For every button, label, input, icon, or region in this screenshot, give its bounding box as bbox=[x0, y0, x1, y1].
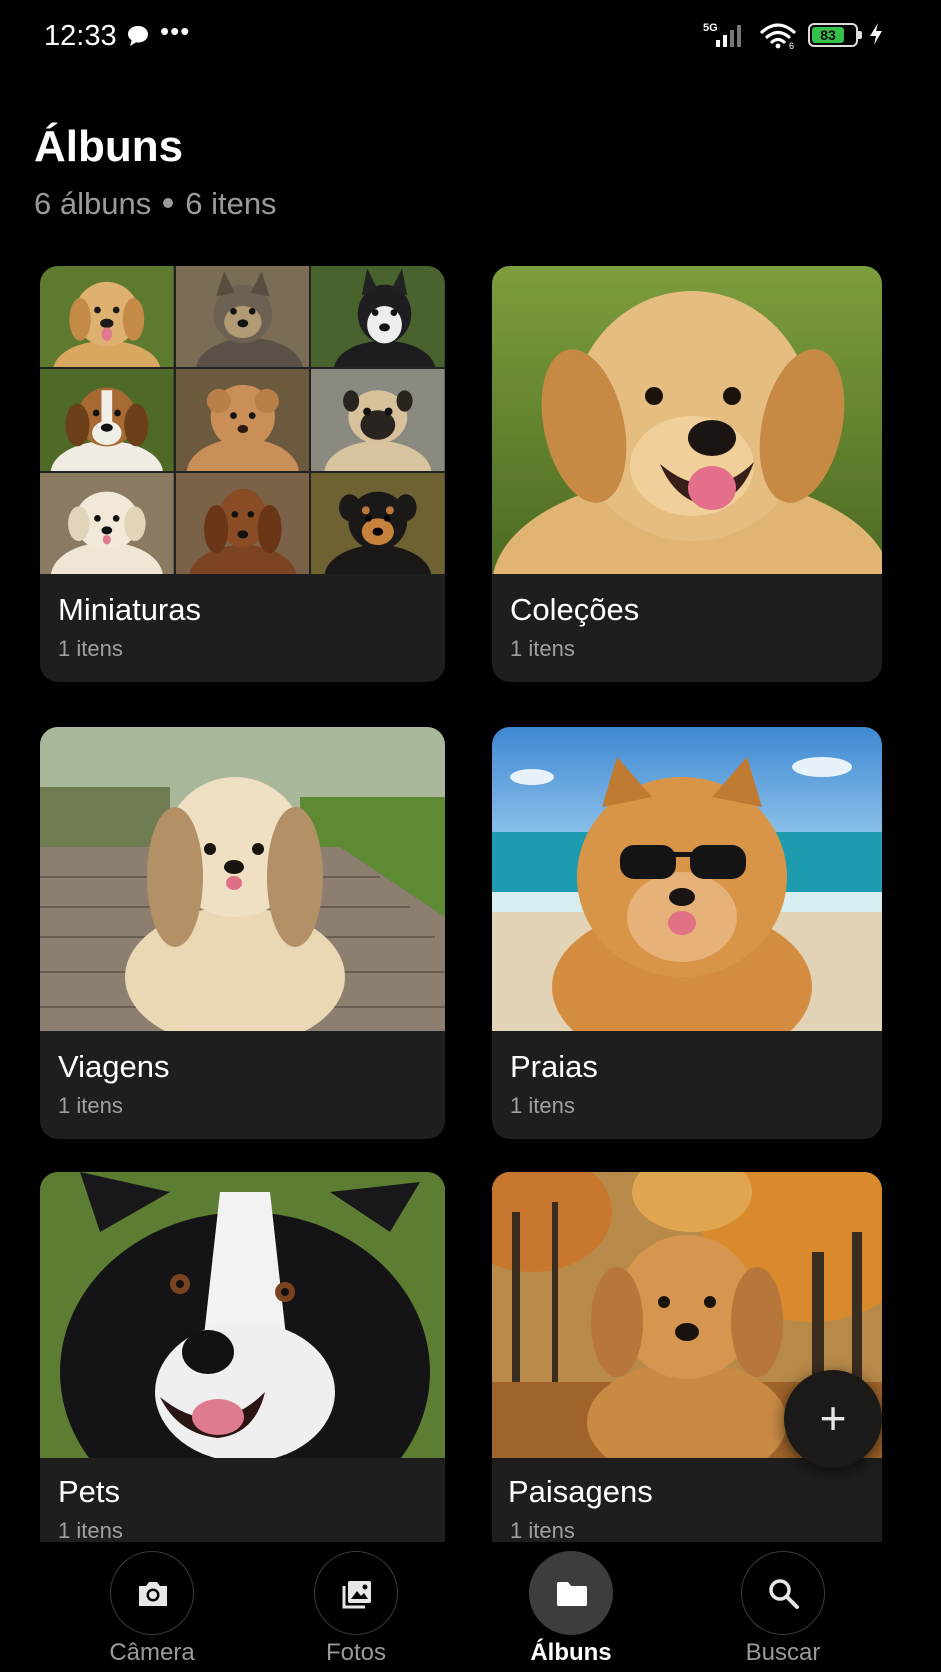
album-item-count: 1 itens bbox=[58, 1093, 123, 1118]
nav-label: Álbuns bbox=[530, 1639, 612, 1666]
album-item-count: 1 itens bbox=[58, 1518, 123, 1542]
overflow-dots: ••• bbox=[160, 16, 191, 46]
album-name: Pets bbox=[58, 1474, 121, 1509]
network-label: 5G bbox=[703, 22, 718, 34]
album-card-miniaturas[interactable]: Miniaturas 1 itens bbox=[40, 266, 445, 682]
camera-icon bbox=[139, 1582, 167, 1606]
plus-icon: + bbox=[819, 1392, 847, 1444]
album-item-count: 1 itens bbox=[510, 1093, 575, 1118]
album-card-paisagens[interactable]: Paisagens 1 itens bbox=[492, 1172, 882, 1542]
album-name: Coleções bbox=[510, 592, 640, 627]
page-title: Álbuns bbox=[34, 122, 184, 171]
thumbnail-yorkie bbox=[175, 266, 310, 368]
album-cover-border-collie bbox=[40, 1172, 445, 1458]
nav-photos[interactable]: Fotos bbox=[276, 1543, 436, 1672]
search-icon bbox=[769, 1579, 799, 1609]
photos-icon bbox=[342, 1581, 371, 1609]
album-cover-mosaic bbox=[40, 266, 445, 574]
signal-5g-icon: 5G bbox=[702, 20, 750, 55]
nav-camera[interactable]: Câmera bbox=[72, 1543, 232, 1672]
album-name: Praias bbox=[510, 1049, 598, 1084]
nav-label: Fotos bbox=[325, 1639, 387, 1666]
album-cover-shih-tzu bbox=[40, 727, 445, 1031]
thumbnail-golden-puppy bbox=[40, 266, 174, 368]
album-name: Miniaturas bbox=[58, 592, 201, 627]
bottom-nav: Câmera Fotos Álbuns Buscar bbox=[0, 1543, 941, 1672]
wifi-icon: 6 bbox=[760, 22, 800, 55]
thumbnail-husky bbox=[311, 266, 445, 368]
nav-label: Câmera bbox=[109, 1639, 195, 1666]
album-card-praias[interactable]: Praias 1 itens bbox=[492, 727, 882, 1139]
chat-bubble-icon bbox=[126, 25, 150, 52]
thumbnail-poodle bbox=[175, 369, 310, 471]
item-count: 6 itens bbox=[185, 186, 277, 221]
album-item-count: 1 itens bbox=[510, 636, 575, 661]
charging-bolt-icon bbox=[868, 22, 884, 51]
album-name: Viagens bbox=[58, 1049, 170, 1084]
album-count: 6 álbuns bbox=[34, 186, 152, 221]
album-card-colecoes[interactable]: Coleções 1 itens bbox=[492, 266, 882, 682]
nav-albums[interactable]: Álbuns bbox=[491, 1543, 651, 1672]
thumbnail-beagle bbox=[40, 369, 174, 471]
add-album-button[interactable]: + bbox=[784, 1370, 882, 1468]
album-cover-pomeranian-beach bbox=[492, 727, 882, 1031]
battery-level: 83 bbox=[820, 27, 836, 43]
nav-label: Buscar bbox=[745, 1639, 821, 1666]
svg-text:6: 6 bbox=[789, 41, 794, 50]
album-card-viagens[interactable]: Viagens 1 itens bbox=[40, 727, 445, 1139]
album-item-count: 1 itens bbox=[510, 1518, 575, 1542]
album-card-pets[interactable]: Pets 1 itens bbox=[40, 1172, 445, 1542]
thumbnail-black-tan-puppy bbox=[311, 472, 445, 574]
album-name: Paisagens bbox=[508, 1474, 653, 1509]
status-bar: 12:33 ••• 5G 6 83 bbox=[0, 0, 941, 76]
separator-dot bbox=[163, 197, 174, 208]
album-summary: 6 álbuns 6 itens bbox=[34, 186, 277, 222]
album-cover-golden-puppy bbox=[492, 266, 882, 574]
thumbnail-dachshund bbox=[175, 472, 310, 574]
thumbnail-pug bbox=[311, 369, 445, 471]
album-item-count: 1 itens bbox=[58, 636, 123, 661]
status-time: 12:33 bbox=[44, 20, 117, 52]
battery-icon: 83 bbox=[808, 23, 862, 47]
thumbnail-white-puppy bbox=[40, 472, 174, 574]
nav-search[interactable]: Buscar bbox=[703, 1543, 863, 1672]
folder-icon bbox=[557, 1582, 587, 1606]
